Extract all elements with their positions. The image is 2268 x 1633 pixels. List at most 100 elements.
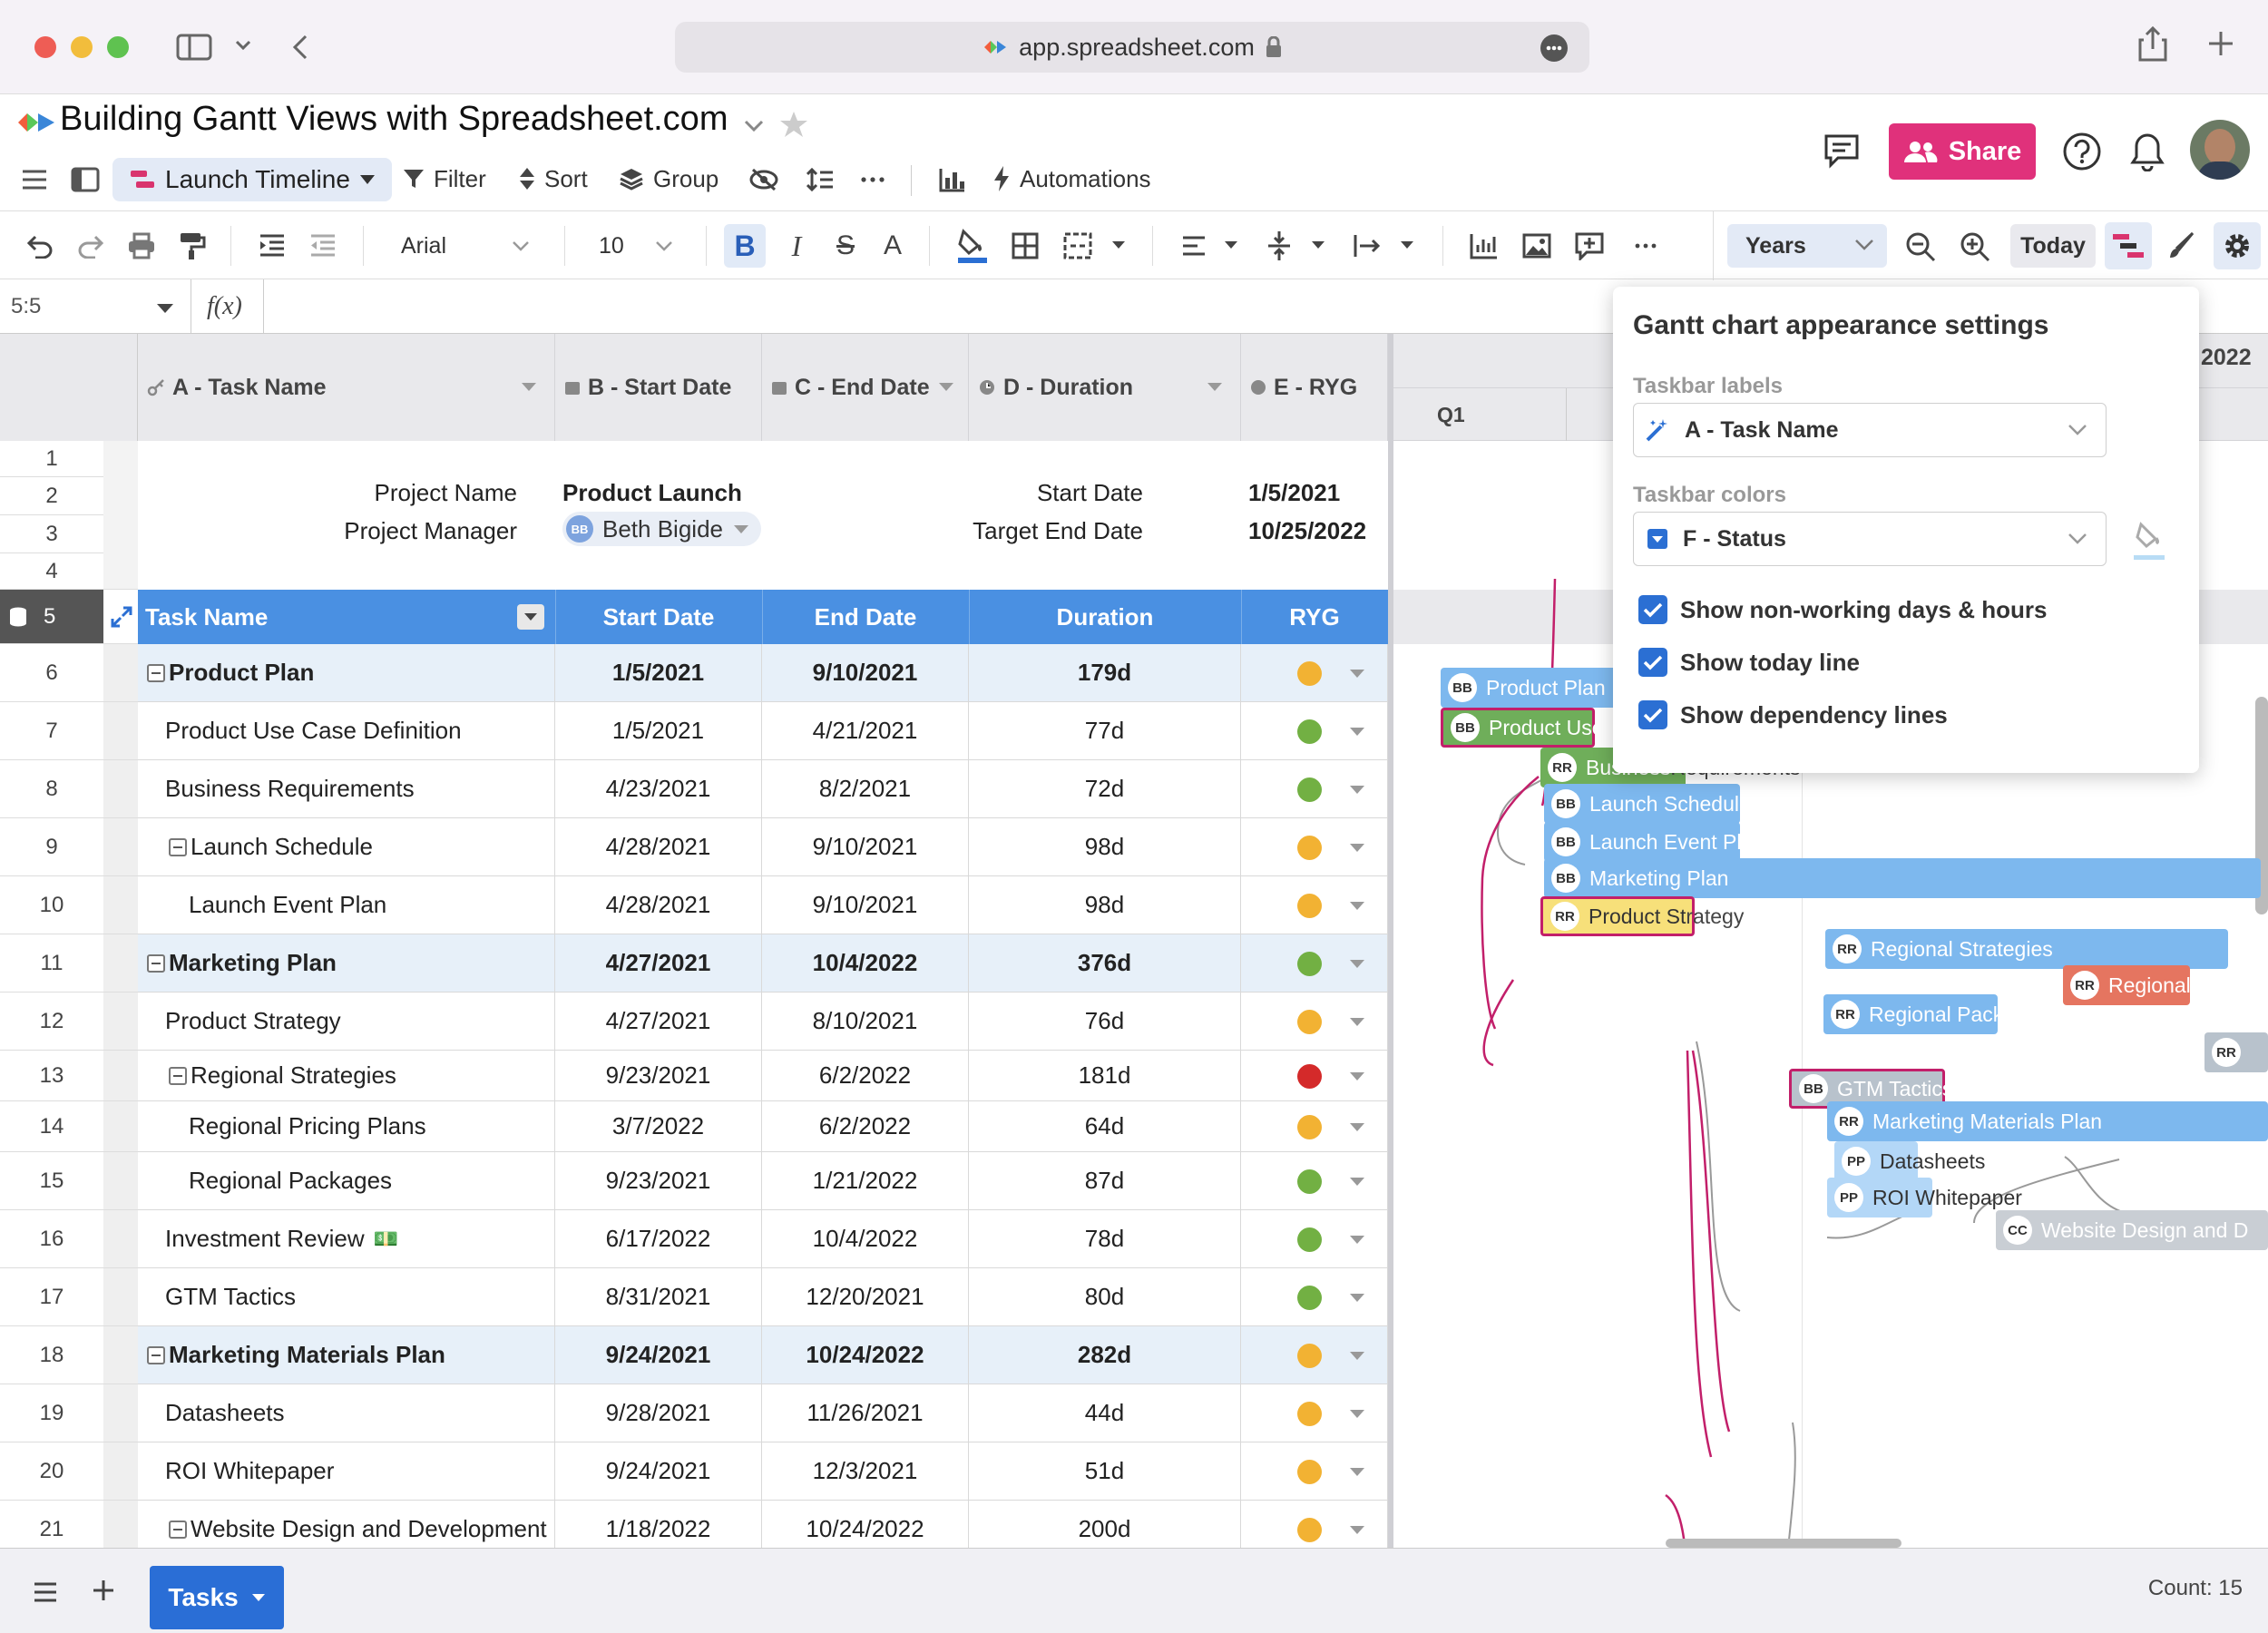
taskbar-labels-select[interactable]: A - Task Name: [1633, 403, 2107, 457]
font-family-select[interactable]: Arial: [401, 228, 446, 264]
checkbox-checked[interactable]: [1638, 700, 1667, 729]
table-row-start[interactable]: 9/24/2021: [555, 1442, 762, 1501]
outdent-icon[interactable]: [307, 230, 339, 262]
settings-gear-icon[interactable]: [2214, 222, 2261, 269]
indent-icon[interactable]: [256, 230, 288, 262]
row-number[interactable]: 18: [0, 1326, 103, 1384]
table-row-end[interactable]: 9/10/2021: [762, 818, 969, 876]
table-row-duration[interactable]: 44d: [969, 1384, 1241, 1442]
status-dot[interactable]: [1297, 1169, 1322, 1194]
table-row-task[interactable]: Product Use Case Definition: [138, 702, 555, 760]
caret-down-icon[interactable]: [1350, 727, 1364, 736]
project-manager-chip[interactable]: BB Beth Bigide: [562, 512, 761, 546]
help-icon[interactable]: [2061, 131, 2103, 172]
chevron-down-icon[interactable]: [653, 235, 675, 257]
row-number[interactable]: 15: [0, 1152, 103, 1210]
text-color-button[interactable]: A: [875, 224, 911, 268]
table-row-task[interactable]: Launch Schedule: [138, 818, 555, 876]
table-row-end[interactable]: 8/10/2021: [762, 993, 969, 1051]
status-dot[interactable]: [1297, 893, 1322, 918]
redo-icon[interactable]: [74, 230, 107, 262]
row-number[interactable]: 14: [0, 1101, 103, 1152]
table-row-start[interactable]: 4/28/2021: [555, 818, 762, 876]
row-number[interactable]: 3: [0, 515, 103, 553]
filter-button[interactable]: Filter: [403, 158, 486, 200]
caret-down-icon[interactable]: [1350, 1235, 1364, 1244]
row-number[interactable]: 12: [0, 993, 103, 1051]
table-row-ryg[interactable]: [1241, 1384, 1388, 1442]
caret-down-icon[interactable]: [1109, 235, 1129, 255]
sort-button[interactable]: Sort: [519, 158, 588, 200]
column-header-d[interactable]: D - Duration: [969, 334, 1241, 441]
address-bar[interactable]: app.spreadsheet.com: [675, 22, 1589, 73]
table-row-ryg[interactable]: [1241, 1101, 1388, 1152]
gantt-taskbar[interactable]: CC Website Design and D: [1996, 1210, 2268, 1250]
chevron-down-icon[interactable]: [740, 112, 767, 140]
comments-icon[interactable]: [1822, 131, 1862, 171]
status-dot[interactable]: [1297, 660, 1322, 686]
gantt-taskbar[interactable]: RR Regional Packages: [1823, 994, 2048, 1034]
gantt-taskbar[interactable]: BB Marketing Plan: [1544, 858, 2261, 898]
fill-color-icon[interactable]: [954, 226, 991, 266]
insert-image-icon[interactable]: [1520, 230, 1553, 262]
maximize-window-button[interactable]: [107, 36, 129, 58]
zoom-out-icon[interactable]: [1903, 230, 1938, 264]
gantt-taskbar[interactable]: BB Launch Schedule: [1544, 784, 1751, 824]
table-row-ryg[interactable]: [1241, 1152, 1388, 1210]
more-format-icon[interactable]: [1629, 230, 1662, 262]
borders-icon[interactable]: [1009, 230, 1041, 262]
table-row-duration[interactable]: 282d: [969, 1326, 1241, 1384]
row-number[interactable]: 17: [0, 1268, 103, 1326]
gantt-taskbar[interactable]: RR Product St rategy: [1540, 896, 1744, 936]
table-header-duration[interactable]: Duration: [969, 590, 1241, 644]
table-row-task[interactable]: Business Requirements: [138, 760, 555, 818]
checkbox-checked[interactable]: [1638, 648, 1667, 677]
row-number[interactable]: 2: [0, 477, 103, 515]
table-row-ryg[interactable]: [1241, 1268, 1388, 1326]
collapse-icon[interactable]: [169, 1520, 187, 1539]
table-row-task[interactable]: Marketing Materials Plan: [138, 1326, 555, 1384]
table-row-task[interactable]: Launch Event Plan: [138, 876, 555, 934]
table-row-duration[interactable]: 80d: [969, 1268, 1241, 1326]
table-header-ryg[interactable]: RYG: [1241, 590, 1388, 644]
corner-cell[interactable]: [0, 334, 138, 441]
table-row-ryg[interactable]: [1241, 644, 1388, 702]
row-number-selected[interactable]: 5: [0, 590, 103, 644]
group-button[interactable]: Group: [619, 158, 719, 200]
collapse-icon[interactable]: [169, 1066, 187, 1085]
table-row-ryg[interactable]: [1241, 1051, 1388, 1101]
table-row-start[interactable]: 4/27/2021: [555, 934, 762, 993]
table-row-ryg[interactable]: [1241, 876, 1388, 934]
caret-down-icon[interactable]: [1350, 669, 1364, 678]
table-row-ryg[interactable]: [1241, 760, 1388, 818]
chevron-down-icon[interactable]: [232, 34, 254, 56]
row-number[interactable]: 10: [0, 876, 103, 934]
chevron-down-icon[interactable]: [517, 604, 544, 630]
table-row-task[interactable]: Product Strategy: [138, 993, 555, 1051]
taskbar-colors-select[interactable]: F - Status: [1633, 512, 2107, 566]
row-number[interactable]: 13: [0, 1051, 103, 1101]
table-row-task[interactable]: Regional Packages: [138, 1152, 555, 1210]
italic-button[interactable]: I: [778, 224, 815, 268]
timescale-select[interactable]: Years: [1727, 224, 1887, 268]
caret-down-icon[interactable]: [1350, 1177, 1364, 1186]
table-header-start[interactable]: Start Date: [555, 590, 762, 644]
row-number[interactable]: 1: [0, 441, 103, 477]
table-row-end[interactable]: 9/10/2021: [762, 644, 969, 702]
row-number[interactable]: 6: [0, 644, 103, 702]
caret-down-icon[interactable]: [1207, 383, 1222, 391]
vertical-align-icon[interactable]: [1263, 228, 1295, 264]
align-left-icon[interactable]: [1178, 230, 1210, 262]
caret-down-icon[interactable]: [1350, 1017, 1364, 1026]
table-row-duration[interactable]: 78d: [969, 1210, 1241, 1268]
table-row-start[interactable]: 6/17/2022: [555, 1210, 762, 1268]
chart-icon[interactable]: [936, 163, 969, 196]
caret-down-icon[interactable]: [1221, 235, 1241, 255]
status-dot[interactable]: [1297, 719, 1322, 744]
gantt-bars-icon[interactable]: [2105, 222, 2152, 269]
menu-icon[interactable]: [16, 163, 53, 196]
collapse-icon[interactable]: [147, 1345, 165, 1364]
new-tab-icon[interactable]: [2204, 27, 2237, 60]
collapse-icon[interactable]: [169, 837, 187, 856]
sheets-menu-icon[interactable]: [29, 1576, 62, 1609]
